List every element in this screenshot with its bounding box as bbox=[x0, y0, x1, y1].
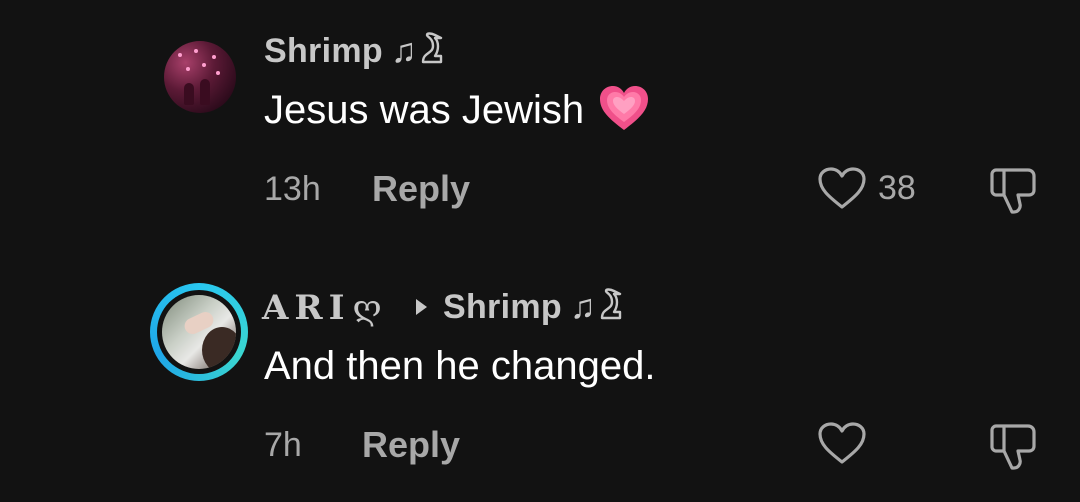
avatar[interactable] bbox=[164, 41, 236, 113]
reply-button[interactable]: Reply bbox=[372, 168, 470, 210]
music-note-icon: ♫ bbox=[390, 32, 417, 70]
avatar bbox=[162, 295, 236, 369]
like-button[interactable] bbox=[816, 420, 878, 466]
dislike-button[interactable] bbox=[988, 420, 1040, 477]
comment-text: And then he changed. bbox=[264, 344, 656, 388]
thumbs-down-icon bbox=[990, 168, 1036, 214]
comment-text: Jesus was Jewish bbox=[264, 86, 650, 136]
dislike-button[interactable] bbox=[988, 164, 1040, 221]
reply-button[interactable]: Reply bbox=[362, 424, 460, 466]
heart-icon bbox=[818, 422, 866, 464]
goose-icon bbox=[421, 32, 442, 64]
comment-username[interactable]: Shrimp ♫ bbox=[264, 32, 445, 71]
thumbs-down-icon bbox=[990, 424, 1036, 470]
story-ring[interactable] bbox=[150, 283, 248, 381]
like-button[interactable]: 38 bbox=[816, 165, 916, 211]
comment-username[interactable]: ARIღ bbox=[262, 288, 382, 328]
goose-icon bbox=[600, 288, 621, 320]
arrow-right-icon bbox=[416, 299, 427, 315]
heart-icon bbox=[818, 167, 866, 209]
comment-timestamp: 13h bbox=[264, 170, 321, 208]
reply-to-username[interactable]: Shrimp ♫ bbox=[443, 288, 624, 327]
like-count: 38 bbox=[878, 168, 916, 207]
comment-timestamp: 7h bbox=[264, 426, 302, 464]
heart-ornament-icon: ღ bbox=[352, 288, 382, 328]
music-note-icon: ♫ bbox=[569, 288, 596, 326]
heart-emoji bbox=[600, 86, 649, 131]
